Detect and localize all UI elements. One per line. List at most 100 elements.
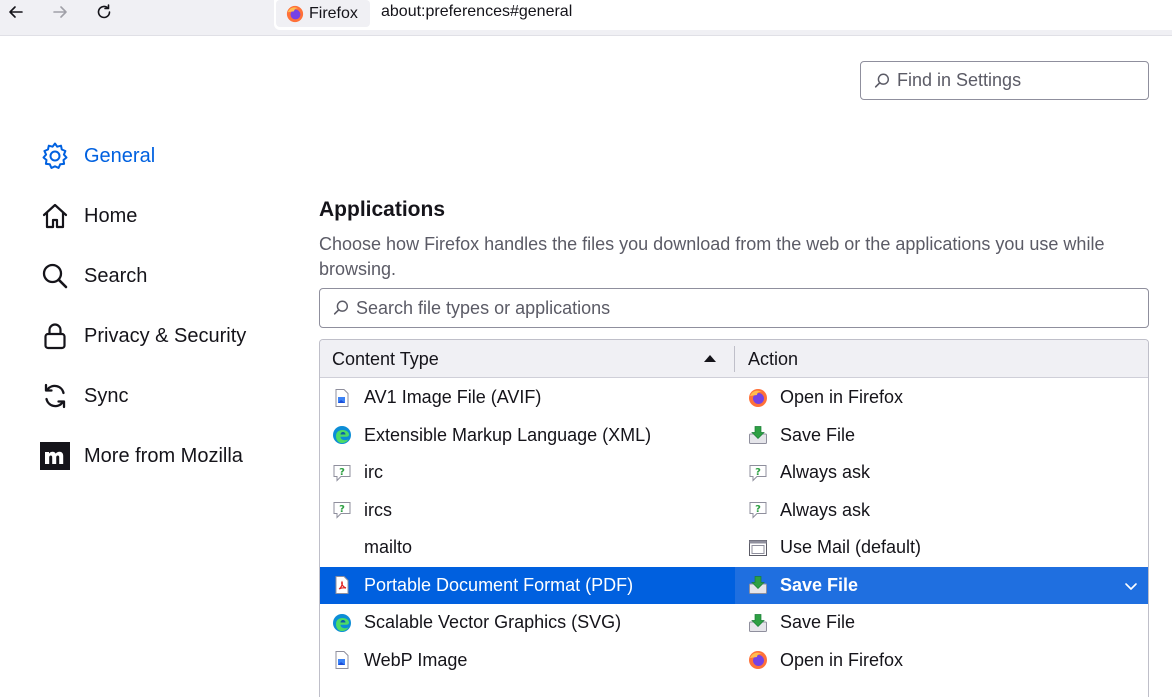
action-label: Save File <box>780 612 856 633</box>
content-type-label: Extensible Markup Language (XML) <box>364 424 652 445</box>
section-description: Choose how Firefox handles the files you… <box>319 234 1105 279</box>
table-header: Content Type Action <box>320 340 1148 378</box>
mozilla-icon <box>40 442 70 470</box>
action-cell[interactable]: Save File <box>748 567 1148 605</box>
blank-icon <box>332 538 352 558</box>
handlers-table: Content Type Action AV1 Image File (AVIF… <box>319 339 1149 697</box>
search-icon <box>874 73 890 88</box>
action-label: Always ask <box>780 499 871 520</box>
image-file-icon <box>332 650 352 670</box>
action-cell[interactable]: Open in Firefox <box>748 642 1148 680</box>
table-row[interactable]: AV1 Image File (AVIF) Open in Firefox <box>320 379 1148 417</box>
firefox-icon <box>286 5 304 22</box>
table-row[interactable]: ? ircs ? Always ask <box>320 492 1148 530</box>
ask-icon: ? <box>748 500 768 520</box>
action-cell[interactable]: Open in Firefox <box>748 379 1148 417</box>
sidebar-item-label: More from Mozilla <box>84 444 243 467</box>
svg-text:?: ? <box>755 467 761 478</box>
column-separator <box>734 346 735 372</box>
ask-icon: ? <box>332 500 352 520</box>
edge-icon <box>332 613 352 633</box>
content-type-cell: mailto <box>332 529 732 567</box>
pdf-icon <box>332 575 352 595</box>
action-cell[interactable]: ? Always ask <box>748 454 1148 492</box>
search-icon <box>333 300 349 315</box>
search-icon <box>42 263 68 289</box>
action-cell[interactable]: Save File <box>748 604 1148 642</box>
sidebar-item-general[interactable]: General <box>40 136 280 176</box>
action-label: Always ask <box>780 462 871 483</box>
home-icon <box>42 203 68 229</box>
content-type-cell: WebP Image <box>332 642 732 680</box>
sidebar-item-more-from-mozilla[interactable]: More from Mozilla <box>40 436 280 476</box>
reload-button[interactable] <box>90 0 118 24</box>
url-text[interactable]: about:preferences#general <box>381 3 572 21</box>
content-type-label: ircs <box>364 499 392 520</box>
action-label: Open in Firefox <box>780 387 904 408</box>
app-window-icon <box>748 538 768 558</box>
find-in-settings-input[interactable] <box>897 70 1137 91</box>
column-header-content-type[interactable]: Content Type <box>332 340 439 378</box>
table-row[interactable]: WebP Image Open in Firefox <box>320 642 1148 680</box>
table-row[interactable]: mailto Use Mail (default) <box>320 529 1148 567</box>
action-cell[interactable]: Save File <box>748 417 1148 455</box>
sync-icon <box>44 383 66 409</box>
image-file-icon <box>332 388 352 408</box>
browser-toolbar: Firefox about:preferences#general <box>0 0 1172 36</box>
table-row[interactable]: Extensible Markup Language (XML) Save Fi… <box>320 417 1148 455</box>
sort-ascending-icon <box>704 355 716 362</box>
ask-icon: ? <box>332 463 352 483</box>
action-cell[interactable]: ? Always ask <box>748 492 1148 530</box>
identity-box[interactable]: Firefox <box>276 0 370 27</box>
content-type-cell: AV1 Image File (AVIF) <box>332 379 732 417</box>
lock-icon <box>44 323 66 350</box>
content-type-cell: Portable Document Format (PDF) <box>332 567 732 605</box>
ask-icon: ? <box>748 463 768 483</box>
content-type-label: irc <box>364 462 383 483</box>
content-type-label: WebP Image <box>364 649 468 670</box>
arrow-right-icon <box>53 6 67 18</box>
save-file-icon <box>748 425 768 445</box>
action-label: Save File <box>780 574 859 595</box>
sidebar-item-label: Privacy & Security <box>84 324 247 347</box>
content-type-cell: Scalable Vector Graphics (SVG) <box>332 604 732 642</box>
content-type-label: Scalable Vector Graphics (SVG) <box>364 612 622 633</box>
action-label: Use Mail (default) <box>780 537 922 558</box>
content-type-cell: ? irc <box>332 454 732 492</box>
section-title: Applications <box>319 198 446 221</box>
content-type-label: mailto <box>364 537 413 558</box>
content-type-label: AV1 Image File (AVIF) <box>364 387 542 408</box>
firefox-icon <box>748 650 768 670</box>
save-file-icon <box>748 575 768 595</box>
action-label: Open in Firefox <box>780 649 904 670</box>
action-label: Save File <box>780 424 856 445</box>
sidebar-item-label: Home <box>84 204 138 227</box>
gear-icon <box>42 142 68 169</box>
table-row[interactable]: Scalable Vector Graphics (SVG) Save File <box>320 604 1148 642</box>
svg-text:?: ? <box>755 504 761 515</box>
content-type-cell: ? ircs <box>332 492 732 530</box>
save-file-icon <box>748 613 768 633</box>
sidebar-item-sync[interactable]: Sync <box>40 376 280 416</box>
svg-text:?: ? <box>339 504 345 515</box>
table-row-selected[interactable]: Portable Document Format (PDF) Save File <box>320 566 1148 605</box>
chevron-down-icon[interactable] <box>1124 579 1138 593</box>
arrow-left-icon <box>9 6 23 18</box>
column-header-action[interactable]: Action <box>748 340 798 378</box>
action-cell[interactable]: Use Mail (default) <box>748 529 1148 567</box>
file-type-filter[interactable] <box>319 288 1149 328</box>
firefox-icon <box>748 388 768 408</box>
find-in-settings[interactable] <box>860 61 1149 100</box>
identity-label: Firefox <box>309 4 358 22</box>
back-button[interactable] <box>2 0 30 24</box>
sidebar-item-search[interactable]: Search <box>40 256 280 296</box>
content-type-cell: Extensible Markup Language (XML) <box>332 417 732 455</box>
file-type-filter-input[interactable] <box>356 297 1136 319</box>
svg-text:?: ? <box>339 467 345 478</box>
forward-button[interactable] <box>46 0 74 24</box>
edge-icon <box>332 425 352 445</box>
sidebar-item-privacy-security[interactable]: Privacy & Security <box>40 316 280 356</box>
sidebar-item-label: Sync <box>84 384 129 407</box>
table-row[interactable]: ? irc ? Always ask <box>320 454 1148 492</box>
sidebar-item-home[interactable]: Home <box>40 196 280 236</box>
